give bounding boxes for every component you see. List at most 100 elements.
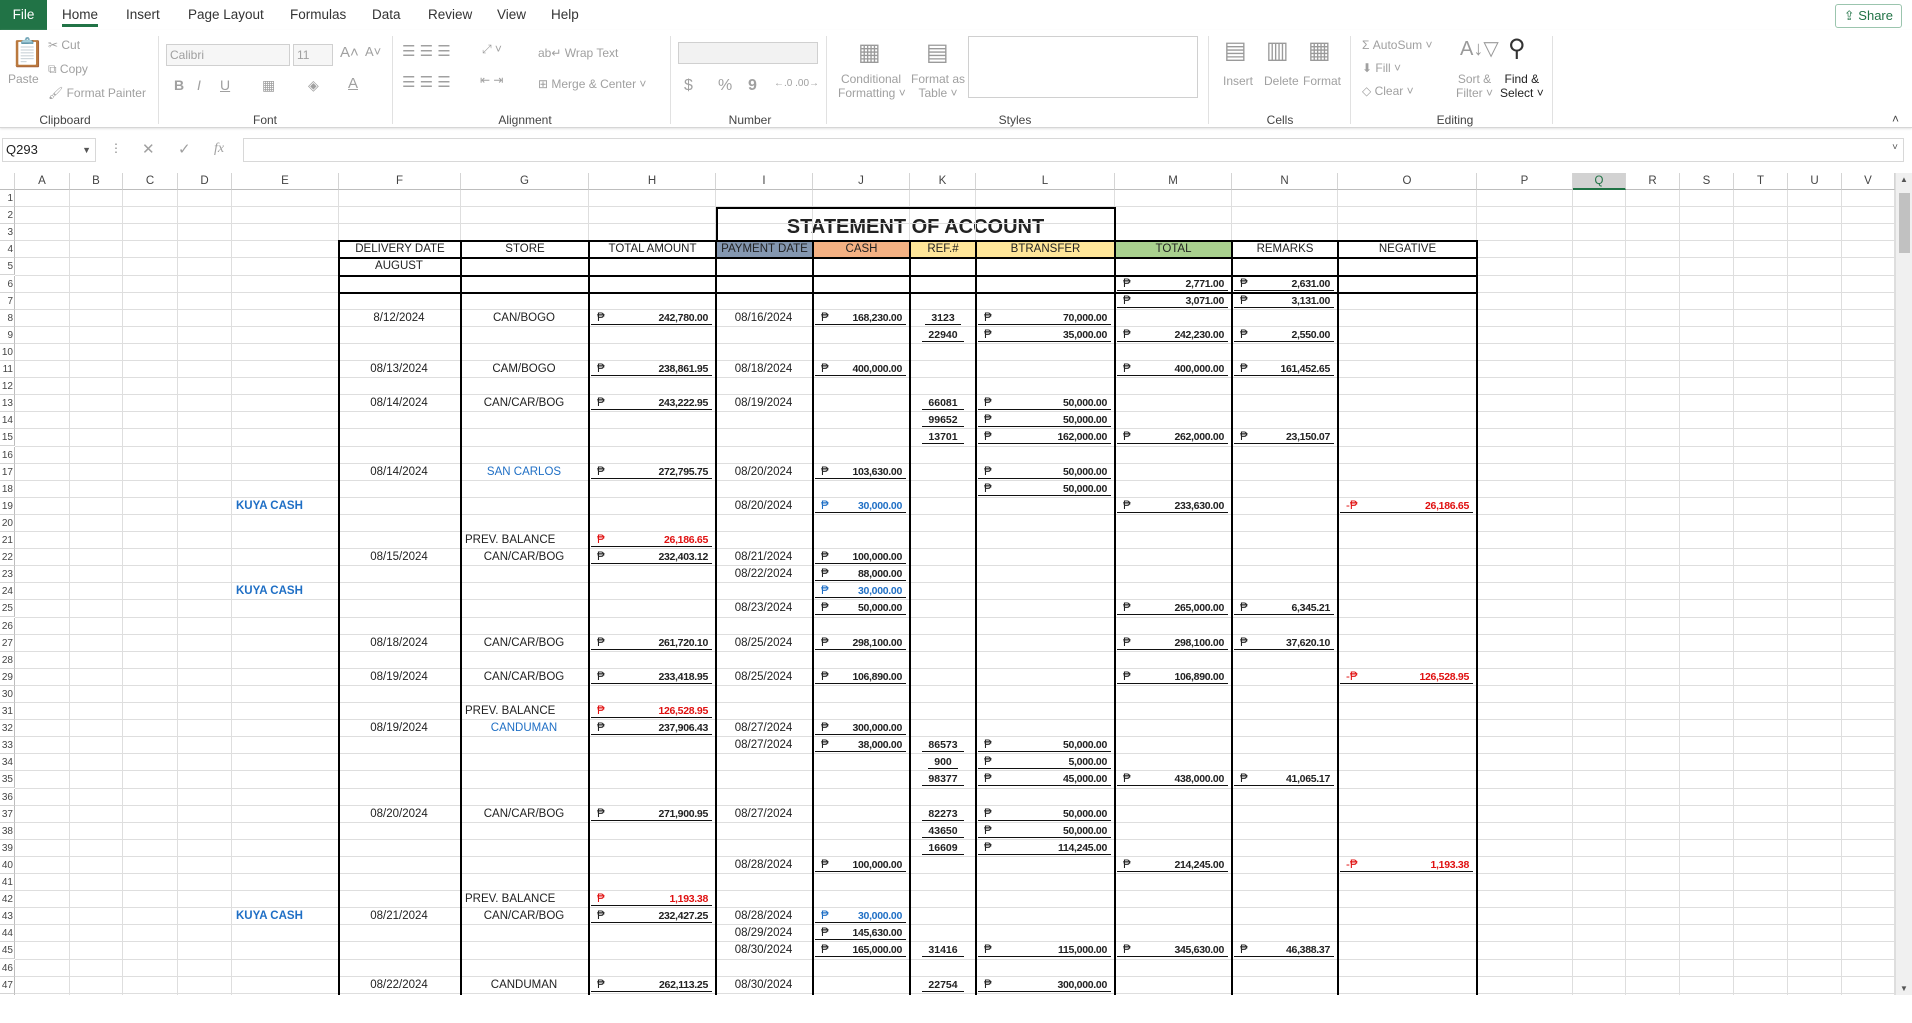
column-header-B[interactable]: B xyxy=(70,173,123,190)
cell-I22[interactable]: 08/21/2024 xyxy=(718,549,809,564)
row-header-18[interactable]: 18 xyxy=(0,480,15,498)
font-color-icon[interactable]: A xyxy=(348,75,358,92)
column-header-H[interactable]: H xyxy=(589,173,716,190)
amount-cell-J8[interactable]: ₱ 168,230.00 xyxy=(815,310,906,325)
column-header-S[interactable]: S xyxy=(1680,173,1734,190)
column-header-O[interactable]: O xyxy=(1338,173,1477,190)
cell-F22[interactable]: 08/15/2024 xyxy=(341,549,457,564)
scroll-down-icon[interactable]: ▼ xyxy=(1900,984,1908,993)
ref-cell-K35[interactable]: 98377 xyxy=(922,771,964,787)
amount-cell-L37[interactable]: ₱ 50,000.00 xyxy=(978,806,1111,821)
amount-cell-L15[interactable]: ₱ 162,000.00 xyxy=(978,429,1111,445)
comma-button[interactable]: 9 xyxy=(748,77,757,95)
amount-cell-M45[interactable]: ₱ 345,630.00 xyxy=(1117,942,1228,958)
row-header-36[interactable]: 36 xyxy=(0,788,15,806)
tab-review[interactable]: Review xyxy=(418,0,482,30)
worksheet-grid[interactable]: STATEMENT OF ACCOUNT ABCDEFGHIJKLMNOPQRS… xyxy=(0,173,1895,995)
cell-I19[interactable]: 08/20/2024 xyxy=(718,498,809,513)
cell-G47[interactable]: CANDUMAN xyxy=(463,977,585,992)
clear-button[interactable]: ◇ Clear ˅ xyxy=(1362,84,1414,98)
tab-file[interactable]: File xyxy=(0,0,47,30)
amount-cell-L17[interactable]: ₱ 50,000.00 xyxy=(978,464,1111,479)
amount-cell-J24[interactable]: ₱ 30,000.00 xyxy=(815,583,906,599)
cell-I27[interactable]: 08/25/2024 xyxy=(718,635,809,650)
row-header-25[interactable]: 25 xyxy=(0,600,15,618)
row-header-20[interactable]: 20 xyxy=(0,514,15,532)
row-header-14[interactable]: 14 xyxy=(0,412,15,430)
row-header-9[interactable]: 9 xyxy=(0,326,15,344)
row-header-48[interactable]: 48 xyxy=(0,993,15,995)
amount-cell-M29[interactable]: ₱ 106,890.00 xyxy=(1117,669,1228,684)
cell-I8[interactable]: 08/16/2024 xyxy=(718,310,809,325)
amount-cell-M7[interactable]: ₱ 3,071.00 xyxy=(1117,293,1228,308)
row-header-28[interactable]: 28 xyxy=(0,651,15,669)
amount-cell-L47[interactable]: ₱ 300,000.00 xyxy=(978,977,1111,992)
row-header-46[interactable]: 46 xyxy=(0,959,15,977)
share-button[interactable]: ⇪ Share xyxy=(1834,4,1902,28)
cell-G29[interactable]: CAN/CAR/BOG xyxy=(463,669,585,684)
cell-F5[interactable]: AUGUST xyxy=(341,258,457,273)
row-header-37[interactable]: 37 xyxy=(0,805,15,823)
amount-cell-H22[interactable]: ₱ 232,403.12 xyxy=(591,549,712,565)
cancel-icon[interactable]: ✕ xyxy=(142,140,155,158)
amount-cell-H42[interactable]: ₱ 1,193.38 xyxy=(591,891,712,907)
amount-cell-J29[interactable]: ₱ 106,890.00 xyxy=(815,669,906,684)
amount-cell-J17[interactable]: ₱ 103,630.00 xyxy=(815,464,906,479)
amount-cell-M35[interactable]: ₱ 438,000.00 xyxy=(1117,771,1228,787)
row-header-27[interactable]: 27 xyxy=(0,634,15,652)
amount-cell-J23[interactable]: ₱ 88,000.00 xyxy=(815,566,906,582)
cell-F43[interactable]: 08/21/2024 xyxy=(341,908,457,923)
amount-cell-M40[interactable]: ₱ 214,245.00 xyxy=(1117,857,1228,872)
cell-F17[interactable]: 08/14/2024 xyxy=(341,464,457,479)
ref-cell-K13[interactable]: 66081 xyxy=(922,395,964,411)
row-header-33[interactable]: 33 xyxy=(0,737,15,755)
column-header-E[interactable]: E xyxy=(232,173,339,190)
amount-cell-L8[interactable]: ₱ 70,000.00 xyxy=(978,310,1111,325)
column-header-G[interactable]: G xyxy=(461,173,589,190)
amount-cell-L14[interactable]: ₱ 50,000.00 xyxy=(978,412,1111,428)
collapse-ribbon-icon[interactable]: ˄ xyxy=(1892,112,1899,126)
cell-I17[interactable]: 08/20/2024 xyxy=(718,464,809,479)
enter-icon[interactable]: ✓ xyxy=(178,140,191,158)
cell-G8[interactable]: CAN/BOGO xyxy=(463,310,585,325)
conditional-formatting-button[interactable]: Conditional Formatting ˅ xyxy=(838,72,906,100)
cell-G21[interactable]: PREV. BALANCE xyxy=(463,532,585,547)
cell-G37[interactable]: CAN/CAR/BOG xyxy=(463,806,585,821)
amount-cell-N7[interactable]: ₱ 3,131.00 xyxy=(1234,293,1334,308)
amount-cell-H32[interactable]: ₱ 237,906.43 xyxy=(591,720,712,736)
cell-F29[interactable]: 08/19/2024 xyxy=(341,669,457,684)
row-header-12[interactable]: 12 xyxy=(0,378,15,396)
amount-cell-H27[interactable]: ₱ 261,720.10 xyxy=(591,635,712,650)
format-as-table-icon[interactable]: ▤ xyxy=(926,38,949,67)
row-header-38[interactable]: 38 xyxy=(0,822,15,840)
amount-cell-N11[interactable]: ₱ 161,452.65 xyxy=(1234,361,1334,377)
column-header-T[interactable]: T xyxy=(1734,173,1788,190)
row-header-17[interactable]: 17 xyxy=(0,463,15,481)
cell-styles-gallery[interactable] xyxy=(968,36,1198,98)
amount-cell-H37[interactable]: ₱ 271,900.95 xyxy=(591,806,712,821)
cell-G32[interactable]: CANDUMAN xyxy=(463,720,585,735)
row-header-8[interactable]: 8 xyxy=(0,309,15,327)
sort-filter-icon[interactable]: A↓▽ xyxy=(1460,36,1499,61)
row-header-32[interactable]: 32 xyxy=(0,720,15,738)
cell-F11[interactable]: 08/13/2024 xyxy=(341,361,457,376)
ref-cell-K8[interactable]: 3123 xyxy=(922,310,964,325)
row-header-1[interactable]: 1 xyxy=(0,190,15,208)
row-header-5[interactable]: 5 xyxy=(0,258,15,276)
currency-button[interactable]: $ xyxy=(684,77,693,95)
amount-cell-M15[interactable]: ₱ 262,000.00 xyxy=(1117,429,1228,445)
cell-E43[interactable]: KUYA CASH xyxy=(234,908,335,923)
row-header-43[interactable]: 43 xyxy=(0,908,15,926)
amount-cell-H17[interactable]: ₱ 272,795.75 xyxy=(591,464,712,479)
row-header-39[interactable]: 39 xyxy=(0,839,15,857)
amount-cell-J44[interactable]: ₱ 145,630.00 xyxy=(815,925,906,941)
amount-cell-N6[interactable]: ₱ 2,631.00 xyxy=(1234,276,1334,291)
merge-center-button[interactable]: ⊞ Merge & Center ˅ xyxy=(538,77,646,91)
decimal-icon[interactable]: ←.0 .00→ xyxy=(774,78,819,89)
paste-icon[interactable]: 📋 xyxy=(10,36,45,69)
amount-cell-L35[interactable]: ₱ 45,000.00 xyxy=(978,771,1111,787)
amount-cell-J40[interactable]: ₱ 100,000.00 xyxy=(815,857,906,872)
column-header-P[interactable]: P xyxy=(1477,173,1573,190)
column-header-M[interactable]: M xyxy=(1115,173,1232,190)
amount-cell-L13[interactable]: ₱ 50,000.00 xyxy=(978,395,1111,411)
